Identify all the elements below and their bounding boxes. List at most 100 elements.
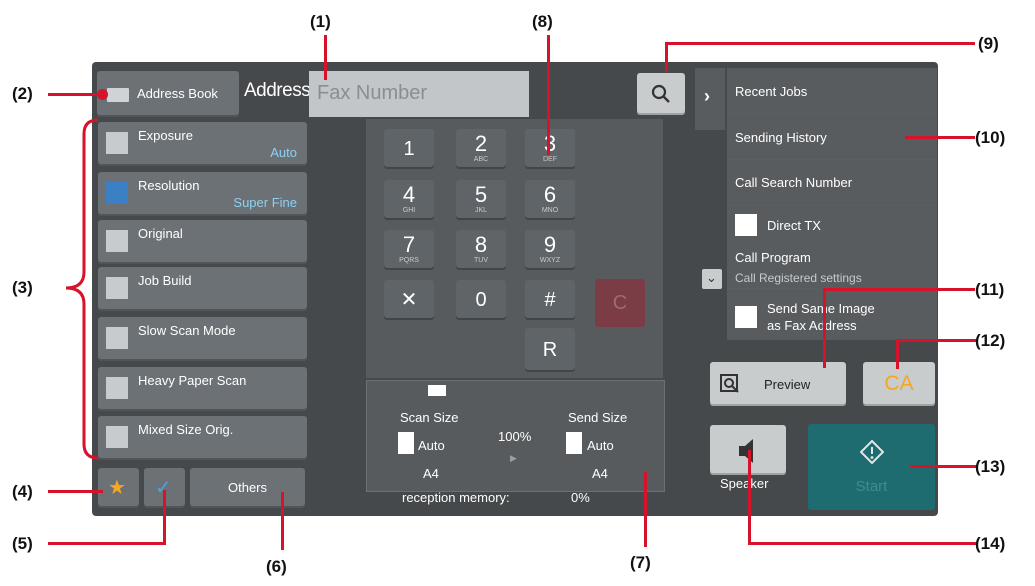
- redial-button[interactable]: R: [525, 328, 575, 372]
- send-paper-size: A4: [592, 466, 608, 481]
- callout-4: (4): [12, 482, 33, 501]
- keypad-key[interactable]: 7 PQRS: [384, 230, 434, 270]
- start-diamond-icon: [860, 440, 884, 464]
- ca-button[interactable]: CA: [863, 362, 935, 406]
- sidebar-item-slow-scan-mode[interactable]: Slow Scan Mode: [98, 317, 307, 361]
- keypad-key[interactable]: 6 MNO: [525, 180, 575, 220]
- favorite-button[interactable]: ★: [98, 468, 139, 508]
- send-same-image-label: Send Same Image: [767, 301, 875, 316]
- sending-history-label: Sending History: [735, 130, 827, 145]
- clear-label: C: [612, 292, 628, 314]
- memory-value: 0%: [571, 490, 590, 505]
- chevron-down-icon: ⌄: [706, 270, 717, 285]
- fax-number-field[interactable]: Fax Number: [309, 71, 529, 117]
- sidebar-item-label: Job Build: [138, 273, 192, 288]
- chevron-right-icon: ›: [704, 86, 710, 106]
- sidebar-item-heavy-paper-scan[interactable]: Heavy Paper Scan: [98, 367, 307, 411]
- preview-button[interactable]: Preview: [710, 362, 846, 406]
- send-same-image-item[interactable]: Send Same Image as Fax Address: [727, 295, 937, 339]
- scan-page-icon: [398, 432, 414, 454]
- direct-tx-item[interactable]: Direct TX: [727, 206, 937, 242]
- mixed-size-orig-icon: [106, 426, 128, 448]
- key-digit: 4: [402, 182, 416, 207]
- send-size-label: Send Size: [568, 410, 628, 425]
- others-button[interactable]: Others: [190, 468, 305, 508]
- key-digit: 6: [543, 182, 557, 207]
- keypad-key[interactable]: 8 TUV: [456, 230, 506, 270]
- keypad-key[interactable]: 4 GHI: [384, 180, 434, 220]
- callout-11: (11): [975, 280, 1005, 299]
- keypad-key[interactable]: 2 ABC: [456, 129, 506, 169]
- original-icon: [106, 230, 128, 252]
- ca-label: CA: [884, 372, 914, 395]
- direct-tx-label: Direct TX: [767, 218, 821, 233]
- resolution-icon: [106, 182, 128, 204]
- fax-number-placeholder: Fax Number: [317, 82, 428, 104]
- key-letters: PQRS: [399, 257, 419, 264]
- preview-icon: [720, 374, 739, 393]
- recent-jobs-item[interactable]: Recent Jobs: [727, 68, 937, 114]
- sidebar-item-value: Super Fine: [233, 195, 297, 210]
- heavy-paper-scan-icon: [106, 377, 128, 399]
- callout-14: (14): [975, 534, 1006, 553]
- callout-12: (12): [975, 331, 1006, 350]
- callout-1: (1): [310, 12, 331, 31]
- speaker-icon: [739, 439, 753, 463]
- keypad-key[interactable]: 9 WXYZ: [525, 230, 575, 270]
- callout-bracket: [65, 118, 99, 460]
- sidebar-item-label: Slow Scan Mode: [138, 323, 236, 338]
- sidebar-item-mixed-size-orig[interactable]: Mixed Size Orig.: [98, 416, 307, 460]
- sidebar-item-job-build[interactable]: Job Build: [98, 267, 307, 311]
- key-letters: DEF: [543, 156, 557, 163]
- arrow-right-icon: ▶: [510, 453, 517, 463]
- callout-10: (10): [975, 128, 1006, 147]
- send-same-image-checkbox[interactable]: [735, 306, 757, 328]
- call-registered-settings-label: Call Registered settings: [735, 271, 862, 285]
- search-icon: [651, 84, 670, 103]
- zoom-ratio: 100%: [498, 429, 532, 444]
- callout-6: (6): [266, 557, 287, 576]
- sidebar-item-resolution[interactable]: Resolution Super Fine: [98, 172, 307, 216]
- key-digit: 9: [543, 232, 557, 257]
- sidebar-item-exposure[interactable]: Exposure Auto: [98, 122, 307, 166]
- keypad-key[interactable]: ✕: [384, 280, 434, 320]
- key-digit: 2: [474, 131, 488, 156]
- callout-7: (7): [630, 553, 651, 572]
- keypad-key[interactable]: 5 JKL: [456, 180, 506, 220]
- key-digit: 5: [474, 182, 488, 207]
- callout-8: (8): [532, 12, 553, 31]
- redial-label: R: [542, 339, 558, 361]
- callout-2: (2): [12, 84, 33, 103]
- keypad-key[interactable]: 0: [456, 280, 506, 320]
- call-program-label: Call Program: [735, 250, 811, 265]
- callout-13: (13): [975, 457, 1006, 476]
- call-program-item[interactable]: Call Program Call Registered settings: [727, 243, 937, 289]
- memory-label: reception memory:: [402, 490, 510, 505]
- address-book-button[interactable]: Address Book: [97, 71, 239, 117]
- sidebar-item-original[interactable]: Original: [98, 220, 307, 264]
- slow-scan-mode-icon: [106, 327, 128, 349]
- search-button[interactable]: [637, 73, 685, 115]
- clear-button[interactable]: C: [595, 279, 645, 327]
- key-letters: ABC: [473, 156, 489, 163]
- key-digit: ✕: [400, 289, 418, 311]
- key-letters: GHI: [402, 207, 416, 214]
- key-digit: 8: [474, 232, 488, 257]
- scroll-down-button[interactable]: ⌄: [702, 269, 722, 289]
- sidebar-item-label: Mixed Size Orig.: [138, 422, 234, 437]
- keypad-key[interactable]: #: [525, 280, 575, 320]
- send-page-icon: [566, 432, 582, 454]
- recent-jobs-label: Recent Jobs: [735, 84, 808, 99]
- action-panel-toggle[interactable]: ›: [695, 68, 725, 130]
- key-digit: #: [544, 289, 556, 311]
- keypad-key[interactable]: 3 DEF: [525, 129, 575, 169]
- call-search-number-item[interactable]: Call Search Number: [727, 160, 937, 206]
- key-digit: 1: [403, 138, 415, 160]
- keypad-key[interactable]: 1: [384, 129, 434, 169]
- direct-tx-checkbox[interactable]: [735, 214, 757, 236]
- key-letters: WXYZ: [539, 257, 561, 264]
- sidebar-item-label: Resolution: [138, 178, 200, 193]
- as-fax-address-label: as Fax Address: [767, 318, 857, 333]
- scan-paper-size: A4: [423, 466, 439, 481]
- sidebar-item-label: Original: [138, 226, 183, 241]
